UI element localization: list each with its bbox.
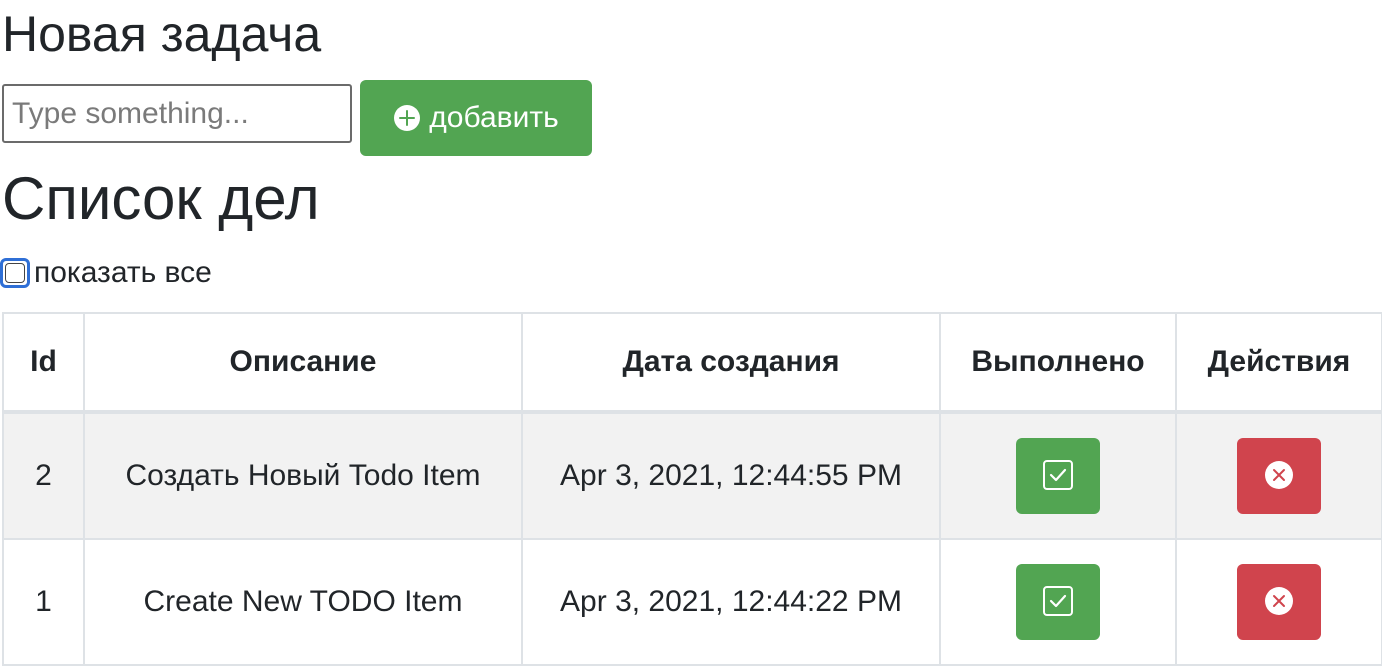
row-actions-cell	[1175, 538, 1382, 666]
row-description: Создать Новый Todo Item	[83, 411, 523, 540]
table-row: 1 Create New TODO Item Apr 3, 2021, 12:4…	[2, 538, 1382, 666]
mark-done-button[interactable]	[1016, 564, 1100, 640]
todo-table: Id Описание Дата создания Выполнено Дейс…	[2, 312, 1382, 666]
check-square-icon	[1042, 585, 1074, 620]
row-done-cell	[939, 411, 1177, 540]
column-header-description: Описание	[83, 312, 523, 414]
x-circle-icon	[1264, 460, 1294, 493]
row-description: Create New TODO Item	[83, 538, 523, 666]
table-header-row: Id Описание Дата создания Выполнено Дейс…	[2, 312, 1382, 414]
add-task-label: добавить	[429, 101, 559, 134]
row-id: 1	[2, 538, 85, 666]
column-header-id: Id	[2, 312, 85, 414]
column-header-actions: Действия	[1175, 312, 1382, 414]
row-created: Apr 3, 2021, 12:44:22 PM	[521, 538, 941, 666]
show-all-checkbox[interactable]	[0, 258, 30, 288]
new-task-heading: Новая задача	[2, 6, 322, 62]
delete-button[interactable]	[1237, 564, 1321, 640]
todo-list-heading: Список дел	[2, 165, 320, 232]
row-done-cell	[939, 538, 1177, 666]
plus-circle-icon	[393, 104, 421, 132]
column-header-done: Выполнено	[939, 312, 1177, 414]
task-input[interactable]	[2, 84, 352, 143]
show-all-toggle[interactable]: показать все	[0, 255, 212, 291]
column-header-created: Дата создания	[521, 312, 941, 414]
x-circle-icon	[1264, 586, 1294, 619]
delete-button[interactable]	[1237, 438, 1321, 514]
table-row: 2 Создать Новый Todo Item Apr 3, 2021, 1…	[2, 411, 1382, 540]
check-square-icon	[1042, 459, 1074, 494]
add-task-button[interactable]: добавить	[360, 80, 592, 156]
mark-done-button[interactable]	[1016, 438, 1100, 514]
row-created: Apr 3, 2021, 12:44:55 PM	[521, 411, 941, 540]
show-all-label: показать все	[34, 256, 212, 289]
row-id: 2	[2, 411, 85, 540]
row-actions-cell	[1175, 411, 1382, 540]
